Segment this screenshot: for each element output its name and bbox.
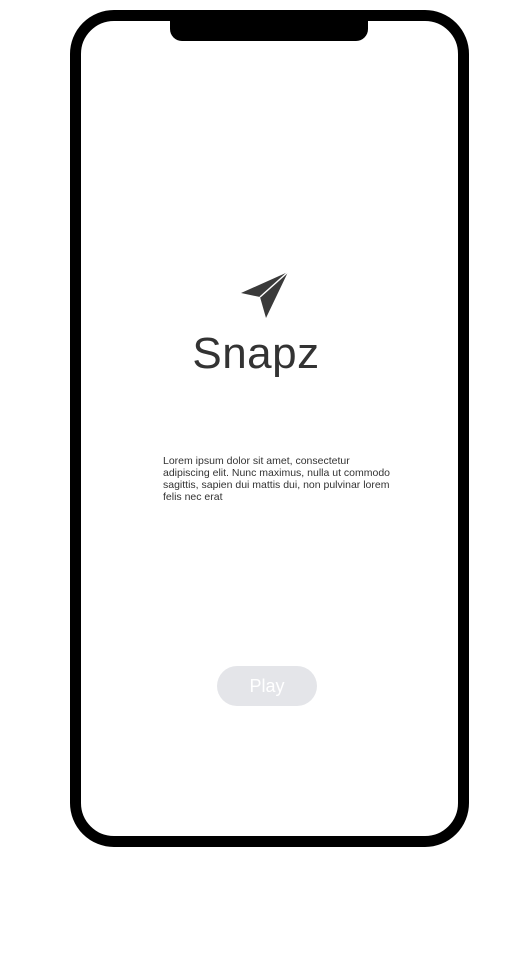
- app-title: Snapz: [192, 329, 320, 378]
- app-description: Lorem ipsum dolor sit amet, consectetur …: [163, 455, 391, 503]
- phone-notch: [170, 10, 368, 41]
- paper-plane-icon: [241, 271, 289, 318]
- phone-frame: [70, 10, 469, 847]
- play-button[interactable]: Play: [217, 666, 317, 706]
